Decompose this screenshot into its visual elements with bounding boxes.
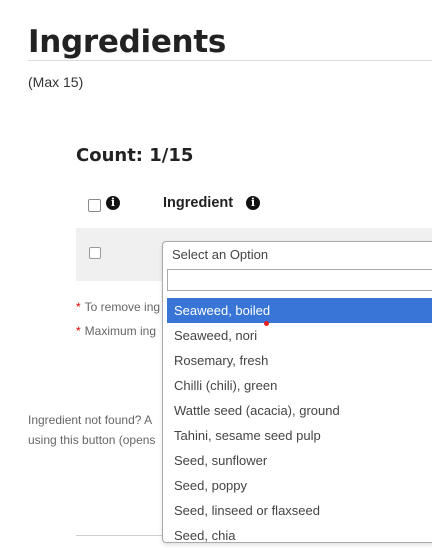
ingredient-select-dropdown[interactable]: Select an Option Seaweed, boiled Seaweed,…	[162, 241, 432, 543]
dropdown-option[interactable]: Rosemary, fresh	[167, 348, 432, 373]
info-icon[interactable]: i	[106, 196, 120, 210]
max-note: (Max 15)	[28, 74, 84, 90]
ingredient-count: Count: 1/15	[76, 145, 194, 166]
row-checkbox[interactable]	[89, 247, 101, 259]
title-divider	[28, 60, 432, 61]
ingredient-column-header: Ingredient	[163, 195, 234, 211]
dropdown-option[interactable]: Seaweed, boiled	[167, 298, 432, 323]
dropdown-search-input[interactable]	[167, 269, 432, 291]
required-star: *	[76, 300, 81, 314]
ingredient-info-icon[interactable]: i	[246, 196, 260, 210]
dropdown-option[interactable]: Wattle seed (acacia), ground	[167, 398, 432, 423]
dropdown-option[interactable]: Seed, sunflower	[167, 448, 432, 473]
note-maximum-text: Maximum ing	[84, 324, 157, 338]
dropdown-option[interactable]: Seaweed, nori	[167, 323, 432, 348]
not-found-line-1: Ingredient not found? A	[28, 413, 153, 427]
select-current-value[interactable]: Select an Option	[172, 247, 268, 262]
page: Ingredients (Max 15) Count: 1/15 i Ingre…	[0, 0, 432, 548]
select-all-checkbox[interactable]	[88, 199, 101, 212]
dropdown-option[interactable]: Seed, chia	[167, 523, 432, 542]
dropdown-option[interactable]: Chilli (chili), green	[167, 373, 432, 398]
note-maximum: * Maximum ing	[76, 324, 160, 348]
dropdown-option[interactable]: Tahini, sesame seed pulp	[167, 423, 432, 448]
required-star: *	[76, 324, 81, 338]
page-title: Ingredients	[28, 24, 226, 60]
not-found-line-2: using this button (opens	[28, 433, 156, 447]
notes: * To remove ing * Maximum ing	[76, 300, 160, 348]
note-remove-text: To remove ing	[84, 300, 161, 314]
not-found-note: Ingredient not found? A using this butto…	[28, 410, 155, 450]
note-remove: * To remove ing	[76, 300, 160, 324]
dropdown-option[interactable]: Seed, linseed or flaxseed	[167, 498, 432, 523]
dropdown-option[interactable]: Seed, poppy	[167, 473, 432, 498]
cursor-marker	[264, 321, 269, 326]
dropdown-options-list[interactable]: Seaweed, boiled Seaweed, nori Rosemary, fr…	[167, 298, 432, 542]
